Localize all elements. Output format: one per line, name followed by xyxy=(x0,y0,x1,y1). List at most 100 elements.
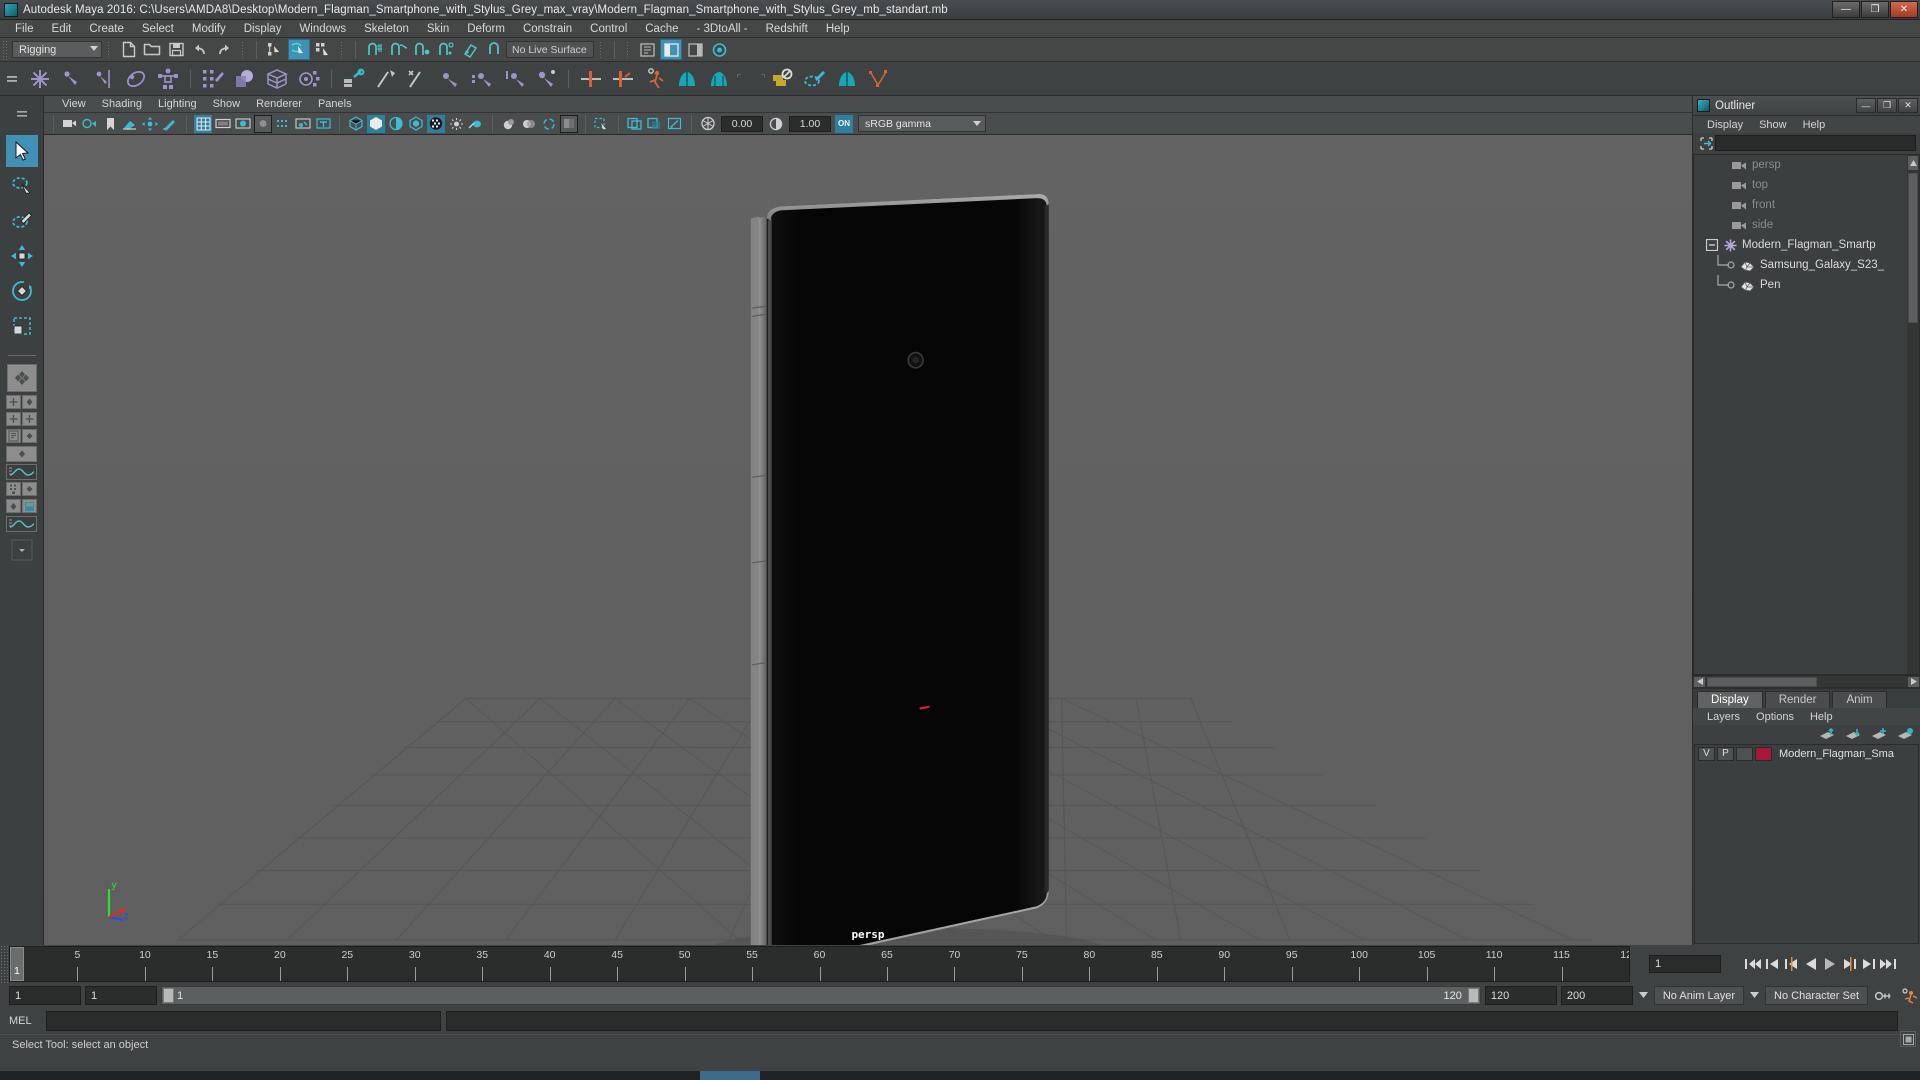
paint-select-tool-icon[interactable] xyxy=(6,205,38,237)
outliner-maximize-button[interactable]: ❐ xyxy=(1877,98,1897,113)
layout-four-pane-icon[interactable] xyxy=(22,412,37,426)
lasso-tool-icon[interactable] xyxy=(6,170,38,202)
scroll-up-arrow-icon[interactable] xyxy=(1908,156,1918,170)
outliner-menu-help[interactable]: Help xyxy=(1795,119,1834,131)
menu-display[interactable]: Display xyxy=(235,20,291,38)
redo-icon[interactable] xyxy=(213,39,235,60)
command-line-toggle-icon[interactable] xyxy=(1900,1031,1916,1047)
shelf-tab-icon[interactable] xyxy=(2,64,22,94)
parent-constraint-icon[interactable] xyxy=(339,64,369,94)
snap-projected-center-icon[interactable] xyxy=(435,39,457,60)
xray-joints-icon[interactable] xyxy=(646,115,664,133)
layout-hypershade-icon[interactable] xyxy=(6,446,37,462)
go-to-start-icon[interactable] xyxy=(1744,956,1762,972)
wireframe-shading-icon[interactable] xyxy=(347,115,365,133)
bookmark-icon[interactable] xyxy=(101,115,119,133)
scroll-right-arrow-icon[interactable] xyxy=(1908,676,1919,687)
tab-display[interactable]: Display xyxy=(1697,691,1763,708)
layout-single-pane-icon[interactable] xyxy=(6,364,37,392)
layout-uv-editor-icon[interactable] xyxy=(6,499,21,513)
status-line-toolbar[interactable]: Rigging No Live Surface xyxy=(0,38,1920,62)
two-sided-lighting-icon[interactable] xyxy=(520,115,538,133)
close-button[interactable]: ✕ xyxy=(1890,1,1918,18)
gamma-field[interactable]: 1.00 xyxy=(789,115,831,132)
layer-buttons-row[interactable] xyxy=(1693,725,1920,743)
geometry-constraint-icon[interactable] xyxy=(531,64,561,94)
layer-row[interactable]: V P Modern_Flagman_Sma xyxy=(1695,745,1918,762)
shaded-wireframe-icon[interactable] xyxy=(387,115,405,133)
viewport-menu-show[interactable]: Show xyxy=(205,98,249,110)
outliner-vertical-scrollbar[interactable] xyxy=(1907,155,1919,674)
playback-controls[interactable] xyxy=(1740,945,1920,983)
shadows-toggle-icon[interactable] xyxy=(234,115,252,133)
channel-box-toggle-icon[interactable] xyxy=(684,39,706,60)
snap-curve-icon[interactable] xyxy=(387,39,409,60)
create-new-layer-icon[interactable] xyxy=(1870,727,1888,741)
shelf-items[interactable] xyxy=(22,63,897,95)
texture-toggle-icon[interactable] xyxy=(314,115,332,133)
time-slider-track[interactable]: 1 5 10 15 20 25 30 35 40 45 50 55 60 65 70 75 80 85 90 95 1… xyxy=(9,946,1630,982)
menu-help[interactable]: Help xyxy=(817,20,859,38)
options-menu[interactable]: Options xyxy=(1748,711,1802,723)
outliner-tree[interactable]: persp top front side Modern_Flagman_Smar… xyxy=(1693,154,1920,675)
disable-layer-icon[interactable] xyxy=(768,64,798,94)
select-component-icon[interactable] xyxy=(312,39,334,60)
playback-options-chevron-icon[interactable] xyxy=(1637,986,1650,1005)
playback-start-field[interactable]: 1 xyxy=(85,986,157,1005)
outliner-search-input[interactable] xyxy=(1715,135,1916,151)
range-slider[interactable]: 1 120 xyxy=(161,986,1481,1005)
restore-button[interactable]: ❐ xyxy=(1861,1,1889,18)
scrollbar-thumb[interactable] xyxy=(1908,173,1918,323)
tab-render[interactable]: Render xyxy=(1764,691,1831,708)
camera-attributes-icon[interactable] xyxy=(81,115,99,133)
layout-render-view-icon[interactable] xyxy=(22,499,37,513)
play-backwards-icon[interactable] xyxy=(1803,956,1819,972)
create-character-icon[interactable] xyxy=(153,64,183,94)
move-tool-icon[interactable] xyxy=(6,240,38,272)
layer-editor-menu-bar[interactable]: Layers Options Help xyxy=(1693,708,1920,725)
create-layer-from-selected-icon[interactable] xyxy=(1896,727,1914,741)
screen-space-ao-icon[interactable] xyxy=(540,115,558,133)
human-ik-control-rig-icon[interactable] xyxy=(704,64,734,94)
step-back-key-icon[interactable] xyxy=(1765,956,1781,972)
command-line-row[interactable]: MEL xyxy=(0,1008,1920,1047)
isolate-select-icon[interactable] xyxy=(593,115,611,133)
assume-preferred-angle-icon[interactable] xyxy=(608,64,638,94)
ik-spline-handle-icon[interactable] xyxy=(89,64,119,94)
layer-color-swatch[interactable] xyxy=(1755,746,1772,761)
outliner-minimize-button[interactable]: — xyxy=(1856,98,1876,113)
menu-skeleton[interactable]: Skeleton xyxy=(355,20,418,38)
move-layer-down-icon[interactable] xyxy=(1844,727,1862,741)
viewport-menu-panels[interactable]: Panels xyxy=(310,98,360,110)
step-back-frame-icon[interactable] xyxy=(1784,956,1800,972)
multisample-icon[interactable] xyxy=(294,115,312,133)
time-slider[interactable]: 1 5 10 15 20 25 30 35 40 45 50 55 60 65 70 75 80 85 90 95 1… xyxy=(0,945,1920,983)
outliner-horizontal-scrollbar[interactable] xyxy=(1693,675,1920,687)
command-input[interactable] xyxy=(46,1011,441,1031)
outliner-menu-show[interactable]: Show xyxy=(1751,119,1795,131)
statusline-grip[interactable] xyxy=(2,39,9,60)
hscrollbar-thumb[interactable] xyxy=(1707,676,1817,687)
anim-layer-select[interactable]: No Anim Layer xyxy=(1653,986,1745,1005)
go-to-end-icon[interactable] xyxy=(1879,956,1897,972)
toolbox-grip[interactable] xyxy=(6,100,38,132)
outliner-menu-bar[interactable]: Display Show Help xyxy=(1693,116,1920,133)
playback-end-field[interactable]: 120 xyxy=(1484,986,1557,1005)
layer-playback-toggle[interactable]: P xyxy=(1717,746,1734,761)
layout-hypergraph-icon[interactable] xyxy=(6,482,21,496)
ik-handle-icon[interactable] xyxy=(57,64,87,94)
layer-list[interactable]: V P Modern_Flagman_Sma xyxy=(1694,744,1919,944)
ik-spring-solver-icon[interactable] xyxy=(121,64,151,94)
current-frame-field[interactable]: 1 xyxy=(1649,955,1721,973)
menu-file[interactable]: File xyxy=(6,20,43,38)
use-default-material-icon[interactable] xyxy=(427,114,445,133)
xray-active-components-icon[interactable] xyxy=(666,115,684,133)
layout-two-pane-row[interactable] xyxy=(6,395,37,409)
layout-more-icon[interactable] xyxy=(6,534,38,566)
current-frame-field-wrap[interactable]: 1 xyxy=(1630,945,1740,983)
outliner-search-row[interactable] xyxy=(1693,133,1920,153)
ambient-occlusion-icon[interactable] xyxy=(254,114,272,133)
smooth-shade-all-icon[interactable] xyxy=(367,114,385,133)
minimize-button[interactable]: — xyxy=(1832,1,1860,18)
shadow-maps-icon[interactable] xyxy=(500,115,518,133)
